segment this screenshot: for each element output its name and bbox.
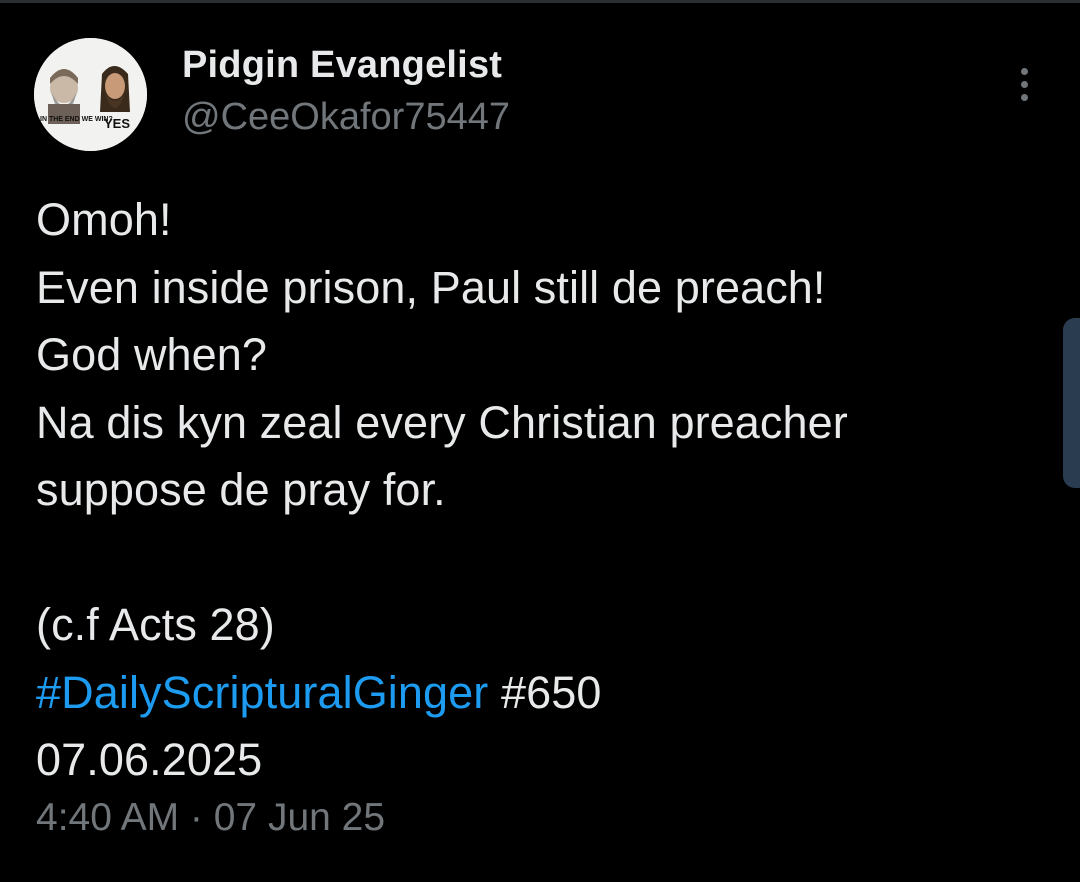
more-vertical-icon[interactable] bbox=[1006, 62, 1042, 106]
display-name[interactable]: Pidgin Evangelist bbox=[182, 44, 502, 87]
avatar-meme-image: IN THE END WE WIN? YES bbox=[34, 38, 147, 151]
scripture-reference: (c.f Acts 28) bbox=[36, 599, 275, 650]
tweet-line: God when? bbox=[36, 329, 268, 380]
top-divider bbox=[0, 0, 1080, 3]
hashtag-line: #DailyScripturalGinger #650 bbox=[36, 659, 1046, 727]
avatar-caption-left: IN THE END WE WIN? bbox=[40, 116, 113, 123]
tweet-line: Even inside prison, Paul still de preach… bbox=[36, 261, 826, 313]
tweet-line: Omoh! bbox=[36, 194, 172, 245]
tweet-line: Na dis kyn zeal every Christian preacher bbox=[36, 396, 848, 448]
avatar-caption-right: YES bbox=[104, 116, 130, 131]
scroll-handle[interactable] bbox=[1063, 318, 1080, 488]
user-handle[interactable]: @CeeOkafor75447 bbox=[182, 96, 510, 139]
date-line: 07.06.2025 bbox=[36, 734, 263, 785]
paragraph-break bbox=[36, 524, 1046, 592]
tweet-timestamp[interactable]: 4:40 AM · 07 Jun 25 bbox=[36, 796, 385, 840]
tweet-text: Omoh! Even inside prison, Paul still de … bbox=[36, 186, 1046, 794]
number-tag: #650 bbox=[501, 666, 602, 718]
tweet-line: suppose de pray for. bbox=[36, 464, 446, 515]
avatar[interactable]: IN THE END WE WIN? YES bbox=[34, 38, 147, 151]
hashtag-link[interactable]: #DailyScripturalGinger bbox=[36, 667, 488, 718]
